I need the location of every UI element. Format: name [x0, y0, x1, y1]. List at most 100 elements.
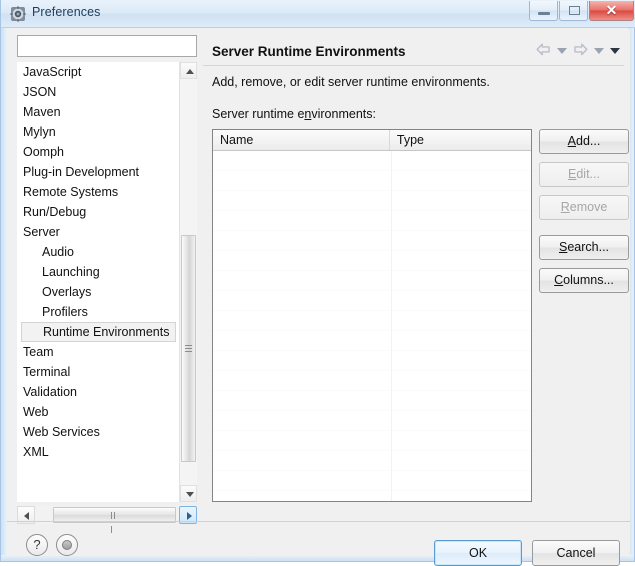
- column-header-type[interactable]: Type: [390, 130, 531, 150]
- table-row[interactable]: [213, 471, 531, 491]
- arrow-down-icon: [186, 492, 194, 497]
- tree-vertical-scrollbar[interactable]: [179, 62, 197, 502]
- label-text-pre: Server runtime e: [212, 107, 304, 121]
- view-menu-chevron-down-icon[interactable]: [610, 48, 620, 54]
- table-row[interactable]: [213, 191, 531, 211]
- forward-history-chevron-down-icon[interactable]: [594, 48, 604, 54]
- sidebar-item-remote-systems[interactable]: Remote Systems: [17, 182, 180, 202]
- page-title: Server Runtime Environments: [212, 44, 406, 59]
- table-row[interactable]: [213, 451, 531, 471]
- add-mnemonic: A: [568, 134, 576, 148]
- filter-input[interactable]: [17, 35, 197, 57]
- minimize-button[interactable]: [529, 1, 558, 21]
- sidebar-item-server[interactable]: Server: [17, 222, 180, 242]
- sidebar-item-profilers[interactable]: Profilers: [17, 302, 180, 322]
- table-row[interactable]: [213, 231, 531, 251]
- close-icon: ✕: [590, 1, 633, 20]
- minimize-icon: [538, 12, 550, 15]
- preferences-gear-icon: [10, 6, 26, 22]
- preference-page: Server Runtime Environments Add, remo: [203, 35, 624, 518]
- edit-label: dit...: [576, 167, 600, 181]
- title-separator: [203, 65, 624, 66]
- help-button[interactable]: ?: [26, 534, 48, 556]
- remove-mnemonic: R: [561, 200, 570, 214]
- runtime-list-label: Server runtime environments:: [212, 107, 376, 121]
- table-row[interactable]: [213, 411, 531, 431]
- scroll-up-button[interactable]: [180, 62, 197, 79]
- table-row[interactable]: [213, 211, 531, 231]
- back-arrow-icon[interactable]: [536, 43, 551, 59]
- maximize-button[interactable]: [559, 1, 588, 21]
- sidebar-item-terminal[interactable]: Terminal: [17, 362, 180, 382]
- remove-label: emove: [570, 200, 608, 214]
- remove-button[interactable]: Remove: [539, 195, 629, 220]
- table-row[interactable]: [213, 251, 531, 271]
- sidebar-item-audio[interactable]: Audio: [17, 242, 180, 262]
- back-history-chevron-down-icon[interactable]: [557, 48, 567, 54]
- arrow-up-icon: [186, 69, 194, 74]
- table-body[interactable]: [213, 151, 531, 491]
- close-button[interactable]: ✕: [589, 1, 634, 21]
- add-button[interactable]: Add...: [539, 129, 629, 154]
- sidebar-item-web-services[interactable]: Web Services: [17, 422, 180, 442]
- page-navigation: [530, 43, 620, 59]
- apply-icon: [62, 540, 72, 550]
- search-label: earch...: [567, 240, 609, 254]
- columns-label: olumns...: [563, 273, 614, 287]
- table-row[interactable]: [213, 371, 531, 391]
- table-row[interactable]: [213, 391, 531, 411]
- title-bar[interactable]: Preferences ✕: [1, 0, 635, 28]
- sidebar-item-plug-in-development[interactable]: Plug-in Development: [17, 162, 180, 182]
- ok-button[interactable]: OK: [434, 540, 522, 566]
- column-divider: [391, 151, 392, 502]
- arrow-right-icon: [187, 512, 192, 520]
- tree-item-list: JavaScriptJSONMavenMylynOomphPlug-in Dev…: [17, 62, 180, 462]
- cancel-button[interactable]: Cancel: [532, 540, 620, 566]
- sidebar-item-web[interactable]: Web: [17, 402, 180, 422]
- preferences-dialog: Preferences ✕ JavaScriptJSONMavenMylynOo…: [0, 0, 635, 562]
- search-button[interactable]: Search...: [539, 235, 629, 260]
- column-header-name[interactable]: Name: [213, 130, 390, 150]
- columns-mnemonic: C: [554, 273, 563, 287]
- sidebar-item-xml[interactable]: XML: [17, 442, 180, 462]
- sidebar-item-runtime-environments[interactable]: Runtime Environments: [21, 322, 176, 342]
- columns-button[interactable]: Columns...: [539, 268, 629, 293]
- page-description: Add, remove, or edit server runtime envi…: [212, 75, 490, 89]
- window-controls: ✕: [528, 1, 634, 21]
- window-title: Preferences: [32, 5, 101, 19]
- table-row[interactable]: [213, 431, 531, 451]
- table-header-row: Name Type: [213, 130, 531, 151]
- forward-arrow-icon[interactable]: [573, 43, 588, 59]
- arrow-left-icon: [24, 512, 29, 520]
- table-row[interactable]: [213, 331, 531, 351]
- table-row[interactable]: [213, 351, 531, 371]
- sidebar-item-json[interactable]: JSON: [17, 82, 180, 102]
- add-label: dd...: [576, 134, 600, 148]
- runtime-environments-table[interactable]: Name Type: [212, 129, 532, 502]
- sidebar-item-validation[interactable]: Validation: [17, 382, 180, 402]
- sidebar-item-mylyn[interactable]: Mylyn: [17, 122, 180, 142]
- maximize-icon: [569, 6, 580, 15]
- sidebar-item-team[interactable]: Team: [17, 342, 180, 362]
- table-row[interactable]: [213, 171, 531, 191]
- vertical-scroll-thumb[interactable]: [181, 235, 196, 462]
- preferences-tree[interactable]: JavaScriptJSONMavenMylynOomphPlug-in Dev…: [17, 62, 197, 502]
- sidebar-item-javascript[interactable]: JavaScript: [17, 62, 180, 82]
- apply-button[interactable]: [56, 534, 78, 556]
- sidebar-item-launching[interactable]: Launching: [17, 262, 180, 282]
- grip-icon: [111, 512, 119, 519]
- table-row[interactable]: [213, 271, 531, 291]
- label-text-post: vironments:: [311, 107, 376, 121]
- table-row[interactable]: [213, 151, 531, 171]
- scroll-down-button[interactable]: [180, 485, 197, 502]
- edit-button[interactable]: Edit...: [539, 162, 629, 187]
- footer-separator: [7, 521, 630, 522]
- grip-icon: [185, 345, 192, 353]
- table-row[interactable]: [213, 291, 531, 311]
- dialog-content: JavaScriptJSONMavenMylynOomphPlug-in Dev…: [7, 29, 630, 556]
- table-row[interactable]: [213, 311, 531, 331]
- sidebar-item-run-debug[interactable]: Run/Debug: [17, 202, 180, 222]
- sidebar-item-overlays[interactable]: Overlays: [17, 282, 180, 302]
- sidebar-item-maven[interactable]: Maven: [17, 102, 180, 122]
- sidebar-item-oomph[interactable]: Oomph: [17, 142, 180, 162]
